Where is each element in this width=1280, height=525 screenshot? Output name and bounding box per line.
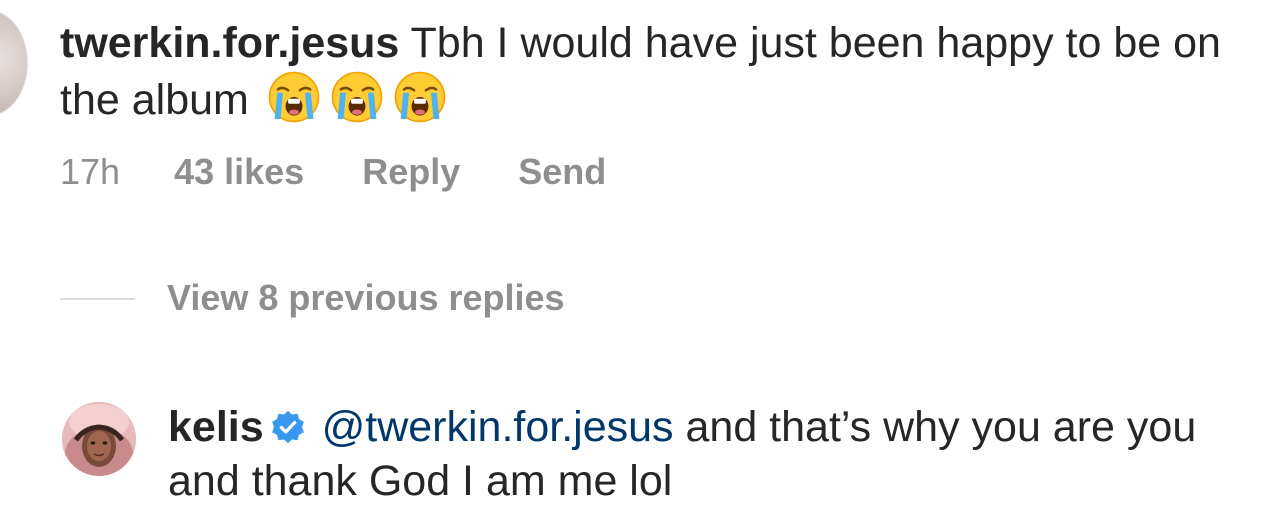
verified-badge-icon xyxy=(271,410,304,444)
loudly-crying-face-icon xyxy=(331,71,383,123)
reply-username[interactable]: kelis xyxy=(168,403,264,451)
comment-body: twerkin.for.jesus Tbh I would have just … xyxy=(60,16,1240,127)
mention-link[interactable]: @twerkin.for.jesus xyxy=(322,403,674,451)
loudly-crying-face-icon xyxy=(268,71,320,123)
reply-button[interactable]: Reply xyxy=(362,150,460,194)
view-previous-replies-button[interactable]: View 8 previous replies xyxy=(167,276,565,320)
comment-username[interactable]: twerkin.for.jesus xyxy=(60,19,399,67)
loudly-crying-face-icon xyxy=(394,71,446,123)
likes-count[interactable]: 43 likes xyxy=(174,150,304,194)
comment-timestamp: 17h xyxy=(60,151,121,192)
comments-panel: twerkin.for.jesus Tbh I would have just … xyxy=(0,0,1280,525)
send-button[interactable]: Send xyxy=(518,150,606,194)
reply-body: kelis @twerkin.for.jesus and that’s why … xyxy=(168,400,1258,508)
comment-meta: 17h 43 likes Reply Send xyxy=(60,150,606,194)
avatar[interactable] xyxy=(0,10,28,116)
avatar-image xyxy=(62,402,136,476)
replies-divider xyxy=(60,298,135,300)
emoji-group xyxy=(267,71,447,124)
avatar[interactable] xyxy=(62,402,136,476)
